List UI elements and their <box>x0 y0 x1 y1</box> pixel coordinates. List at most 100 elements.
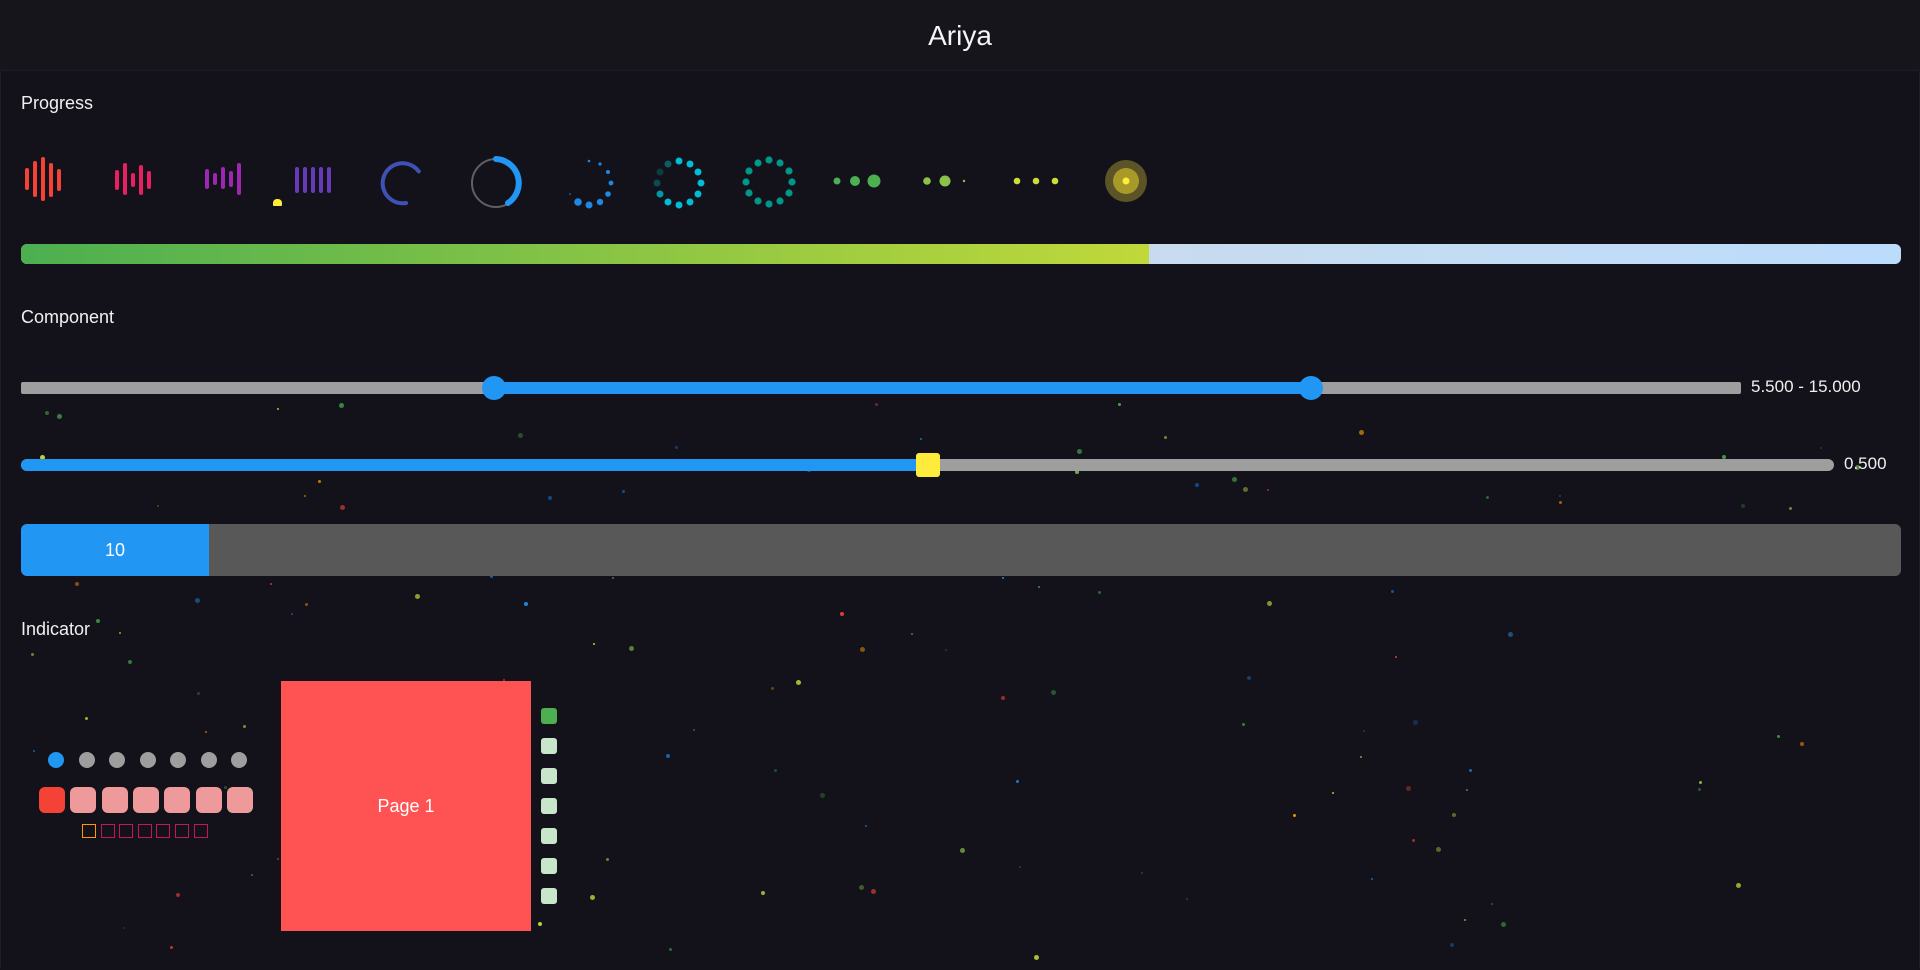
range-slider-track[interactable] <box>21 376 1741 400</box>
particle <box>1076 448 1082 454</box>
particle <box>773 769 777 773</box>
indicator-vertical-dot[interactable] <box>541 858 557 874</box>
particle <box>31 653 35 657</box>
value-bar[interactable]: 10 <box>21 524 1901 576</box>
indicator-vertical-dot[interactable] <box>541 828 557 844</box>
value-bar-label: 10 <box>104 539 126 560</box>
spinner-blip <box>273 199 282 206</box>
particle <box>1698 780 1702 784</box>
particle <box>1464 918 1467 921</box>
indicator-vertical-dot[interactable] <box>541 708 557 724</box>
particle <box>1741 504 1746 509</box>
particle <box>205 731 208 734</box>
dots-lime-icon <box>1013 177 1059 185</box>
particle <box>415 594 421 600</box>
range-slider-high-handle[interactable] <box>1299 376 1323 400</box>
indicator-pill[interactable] <box>132 787 159 813</box>
indicator-pill[interactable] <box>70 787 97 813</box>
particle <box>858 884 864 890</box>
indicator-vertical-dot[interactable] <box>541 738 557 754</box>
section-title-indicator: Indicator <box>21 619 91 639</box>
particle <box>839 612 844 617</box>
indicator-dot[interactable] <box>231 752 247 768</box>
title-bar: Ariya <box>0 0 1920 71</box>
section-title-component: Component <box>21 307 115 327</box>
indicator-pill[interactable] <box>39 787 65 813</box>
particle <box>1486 496 1490 500</box>
indicator-dot[interactable] <box>139 752 156 768</box>
indicator-dot[interactable] <box>48 752 64 768</box>
particle <box>1186 897 1189 900</box>
particle <box>1001 696 1006 701</box>
particle <box>612 577 615 580</box>
value-slider-track[interactable] <box>21 453 1834 477</box>
page-card[interactable]: Page 1 <box>281 681 531 931</box>
particle <box>1247 676 1252 681</box>
particle <box>276 858 279 861</box>
particle <box>118 631 121 634</box>
particle <box>32 750 35 753</box>
indicator-vertical-dot[interactable] <box>541 888 557 904</box>
particle <box>547 496 552 501</box>
progress-bar <box>21 244 1901 264</box>
particle <box>1195 482 1199 487</box>
range-slider-low-handle[interactable] <box>482 376 506 400</box>
indicator-square[interactable] <box>193 824 208 838</box>
indicator-square[interactable] <box>175 824 189 838</box>
arc-indigo-icon <box>380 161 421 206</box>
particle <box>605 858 609 862</box>
particle <box>870 889 876 895</box>
particle <box>1033 955 1039 961</box>
indicator-dot[interactable] <box>170 752 186 768</box>
particle <box>960 848 966 854</box>
dots-circle-blue-icon <box>569 159 614 209</box>
particle <box>1435 846 1441 852</box>
particle <box>1371 877 1374 880</box>
particle <box>304 602 308 606</box>
particle <box>1405 785 1411 791</box>
indicator-vertical-dot[interactable] <box>541 768 557 784</box>
particle <box>1395 656 1398 659</box>
particle <box>589 895 595 901</box>
indicator-square[interactable] <box>100 824 115 838</box>
indicator-pill[interactable] <box>226 787 253 813</box>
particle <box>675 445 679 449</box>
indicator-square[interactable] <box>156 824 171 838</box>
particle <box>156 505 159 508</box>
indicator-square[interactable] <box>119 824 134 838</box>
indicator-dot[interactable] <box>200 752 217 768</box>
particle <box>1293 813 1297 817</box>
indicator-square[interactable] <box>82 824 96 838</box>
dots-circle-teal-icon <box>742 156 796 208</box>
particle <box>820 793 826 799</box>
particle <box>1466 789 1469 792</box>
particle <box>1163 436 1167 440</box>
particle <box>242 725 246 729</box>
particle <box>1241 723 1245 727</box>
indicator-vertical-dot[interactable] <box>541 798 557 814</box>
particle <box>123 926 126 929</box>
indicator-pill[interactable] <box>101 787 128 813</box>
indicator-dot[interactable] <box>109 752 125 768</box>
bars-purple-icon <box>205 163 241 195</box>
ring-blue-icon <box>471 156 522 208</box>
particle <box>1789 506 1793 510</box>
particle <box>1097 591 1101 595</box>
particle <box>621 490 625 494</box>
particle <box>874 403 878 407</box>
particle <box>1140 871 1143 874</box>
particle <box>1037 586 1040 589</box>
particle <box>518 433 524 439</box>
bars-pink-icon <box>115 163 151 195</box>
particle <box>1332 791 1334 794</box>
indicator-pill[interactable] <box>164 787 191 813</box>
ripple-yellow-icon <box>1105 160 1147 202</box>
indicator-pill[interactable] <box>195 787 222 813</box>
indicator-dot[interactable] <box>78 752 95 768</box>
indicator-square[interactable] <box>137 824 152 838</box>
particle <box>197 691 201 695</box>
value-slider-handle[interactable] <box>915 453 940 477</box>
particle <box>693 729 695 732</box>
section-title-progress: Progress <box>21 93 94 113</box>
particle <box>1050 689 1056 695</box>
